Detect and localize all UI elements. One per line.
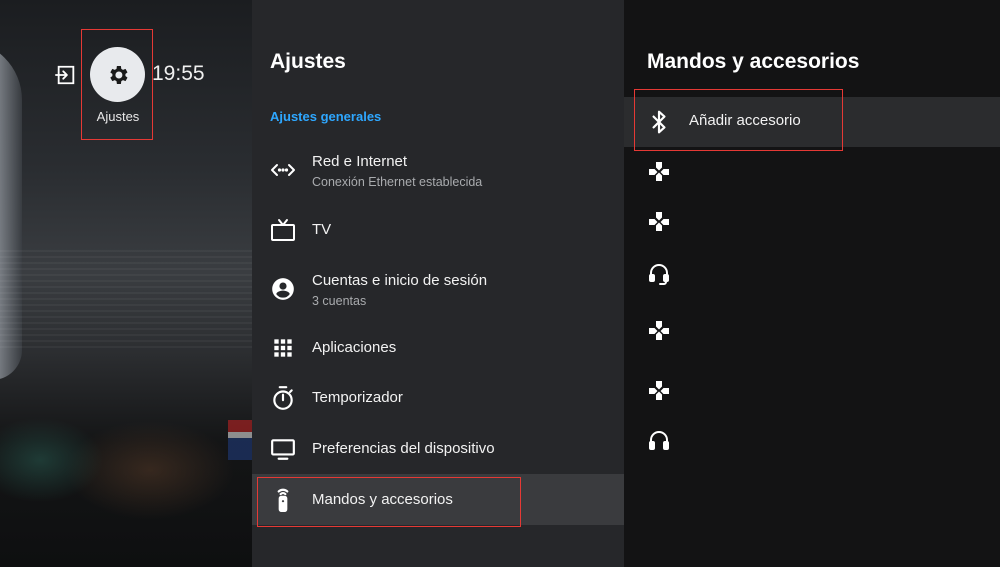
network-icon	[270, 157, 296, 183]
menu-item-label: Preferencias del dispositivo	[312, 440, 495, 457]
monitor-icon	[270, 436, 296, 462]
highlight-add-accessory	[634, 89, 843, 151]
gamepad-icon	[646, 318, 672, 344]
panel-title: Ajustes	[270, 50, 346, 73]
account-icon	[270, 276, 296, 302]
menu-item-sublabel: 3 cuentas	[312, 294, 367, 308]
accessory-item[interactable]	[624, 147, 1000, 197]
accessory-item[interactable]	[624, 415, 1000, 465]
apps-grid-icon	[270, 335, 296, 361]
clock: 19:55	[152, 62, 205, 85]
section-title: Ajustes generales	[270, 109, 382, 124]
panel-title: Mandos y accesorios	[647, 50, 860, 73]
menu-item-accounts[interactable]: Cuentas e inicio de sesión 3 cuentas	[252, 264, 624, 314]
input-icon[interactable]	[55, 64, 77, 86]
accessory-item[interactable]	[624, 366, 1000, 416]
menu-item-label: Cuentas e inicio de sesión	[312, 272, 488, 289]
headset-icon	[646, 260, 672, 286]
accessory-item[interactable]	[624, 197, 1000, 247]
menu-item-network[interactable]: Red e Internet Conexión Ethernet estable…	[252, 145, 624, 195]
background-sea	[0, 250, 252, 350]
gamepad-icon	[646, 209, 672, 235]
gamepad-icon	[646, 378, 672, 404]
menu-item-label: Aplicaciones	[312, 339, 397, 356]
highlight-remotes-accessories	[257, 477, 521, 527]
accessory-item[interactable]	[624, 248, 1000, 298]
headphones-icon	[646, 427, 672, 453]
menu-item-label: Temporizador	[312, 389, 403, 406]
timer-icon	[270, 385, 296, 411]
tv-icon	[270, 217, 296, 243]
accessories-panel: Mandos y accesorios Añadir accesorio	[624, 0, 1000, 567]
menu-item-timer[interactable]: Temporizador	[252, 378, 624, 418]
background-flag	[228, 420, 252, 460]
menu-item-tv[interactable]: TV	[252, 210, 624, 250]
gamepad-icon	[646, 159, 672, 185]
highlight-settings	[81, 29, 153, 140]
menu-item-device-preferences[interactable]: Preferencias del dispositivo	[252, 429, 624, 469]
menu-item-label: Red e Internet	[312, 153, 408, 170]
menu-item-apps[interactable]: Aplicaciones	[252, 328, 624, 368]
accessory-item[interactable]	[624, 306, 1000, 356]
menu-item-sublabel: Conexión Ethernet establecida	[312, 175, 483, 189]
menu-item-label: TV	[312, 221, 332, 238]
